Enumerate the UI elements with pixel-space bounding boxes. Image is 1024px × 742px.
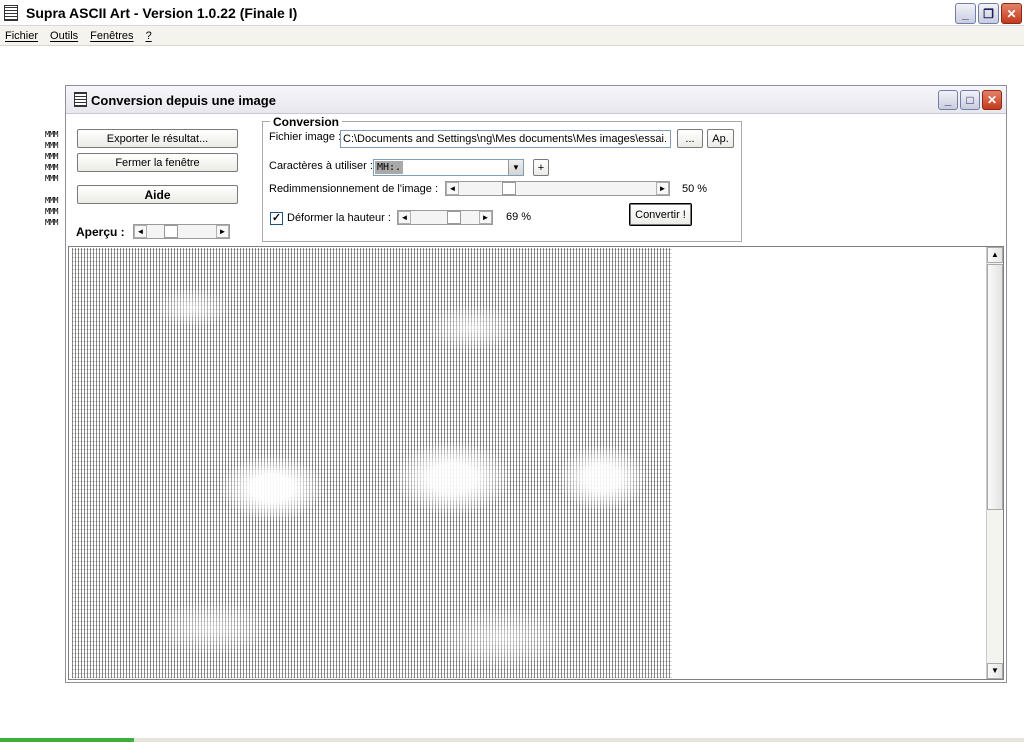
progress-bar	[0, 738, 134, 742]
deform-percent: 69 %	[506, 211, 532, 223]
chevron-down-icon[interactable]: ▼	[508, 160, 523, 175]
resize-label: Redimmensionnement de l'image :	[269, 183, 439, 195]
close-icon[interactable]: ✕	[1001, 3, 1022, 24]
child-minimize-icon[interactable]: _	[938, 90, 958, 110]
menu-outils[interactable]: Outils	[50, 30, 78, 42]
scroll-right-icon[interactable]: ►	[656, 182, 669, 195]
ascii-output-area[interactable]: ▲ ▼	[68, 246, 1004, 680]
minimize-icon[interactable]: _	[955, 3, 976, 24]
preview-char-line: MMM	[45, 152, 58, 161]
app-icon	[4, 5, 18, 21]
menu-fenetres[interactable]: Fenêtres	[90, 30, 133, 42]
help-button[interactable]: Aide	[77, 185, 238, 204]
preview-slider[interactable]: ◄ ►	[133, 224, 230, 239]
scroll-left-icon[interactable]: ◄	[398, 211, 411, 224]
file-path-input[interactable]: C:\Documents and Settings\ng\Mes documen…	[340, 130, 671, 148]
chars-label: Caractères à utiliser :	[269, 160, 373, 172]
conversion-group-title: Conversion	[270, 115, 343, 129]
slider-thumb[interactable]	[502, 182, 516, 195]
preview-char-line: MMM	[45, 196, 58, 205]
main-titlebar: Supra ASCII Art - Version 1.0.22 (Finale…	[0, 0, 1024, 26]
vertical-scrollbar[interactable]: ▲ ▼	[986, 247, 1003, 679]
preview-char-line: MMM	[45, 207, 58, 216]
child-maximize-icon[interactable]: □	[960, 90, 980, 110]
child-window-controls: _ □ ✕	[938, 90, 1002, 110]
scroll-right-icon[interactable]: ►	[479, 211, 492, 224]
child-titlebar[interactable]: Conversion depuis une image _ □ ✕	[66, 86, 1006, 114]
preview-label: Aperçu :	[76, 225, 125, 239]
menu-help[interactable]: ?	[146, 30, 152, 42]
scroll-right-icon[interactable]: ►	[216, 225, 229, 238]
resize-percent: 50 %	[682, 183, 708, 195]
preview-char-line: MMM	[45, 163, 58, 172]
preview-char-line: MMM	[45, 130, 58, 139]
ascii-art-content	[72, 248, 672, 678]
chars-combo[interactable]: MH:. ▼	[373, 159, 524, 176]
file-label: Fichier image :	[269, 131, 342, 143]
menubar: Fichier Outils Fenêtres ?	[0, 26, 1024, 46]
deform-label: Déformer la hauteur :	[287, 212, 391, 224]
status-bar	[0, 738, 1024, 742]
chars-combo-value: MH:.	[375, 161, 404, 174]
slider-thumb[interactable]	[164, 225, 178, 238]
preview-char-line: MMM	[45, 141, 58, 150]
app-title: Supra ASCII Art - Version 1.0.22 (Finale…	[26, 5, 298, 21]
convert-button[interactable]: Convertir !	[629, 203, 692, 226]
resize-slider[interactable]: ◄ ►	[445, 181, 670, 196]
preview-char-line: MMM	[45, 218, 58, 227]
child-close-icon[interactable]: ✕	[982, 90, 1002, 110]
export-result-button[interactable]: Exporter le résultat...	[77, 129, 238, 148]
preview-image-button[interactable]: Ap.	[707, 129, 734, 148]
deform-slider[interactable]: ◄ ►	[397, 210, 493, 225]
add-chars-button[interactable]: +	[533, 159, 549, 176]
deform-height-checkbox[interactable]: ✓	[270, 212, 283, 225]
preview-char-line: MMM	[45, 174, 58, 183]
scroll-up-icon[interactable]: ▲	[987, 247, 1003, 263]
child-title: Conversion depuis une image	[91, 93, 276, 108]
browse-button[interactable]: ...	[677, 129, 703, 148]
scroll-down-icon[interactable]: ▼	[987, 663, 1003, 679]
scroll-left-icon[interactable]: ◄	[134, 225, 147, 238]
window-controls: _ ❐ ✕	[955, 3, 1022, 24]
scroll-thumb[interactable]	[987, 264, 1003, 510]
close-window-button[interactable]: Fermer la fenêtre	[77, 153, 238, 172]
slider-thumb[interactable]	[447, 211, 461, 224]
scroll-left-icon[interactable]: ◄	[446, 182, 459, 195]
menu-fichier[interactable]: Fichier	[5, 30, 38, 42]
restore-icon[interactable]: ❐	[978, 3, 999, 24]
child-window-icon	[74, 92, 87, 107]
